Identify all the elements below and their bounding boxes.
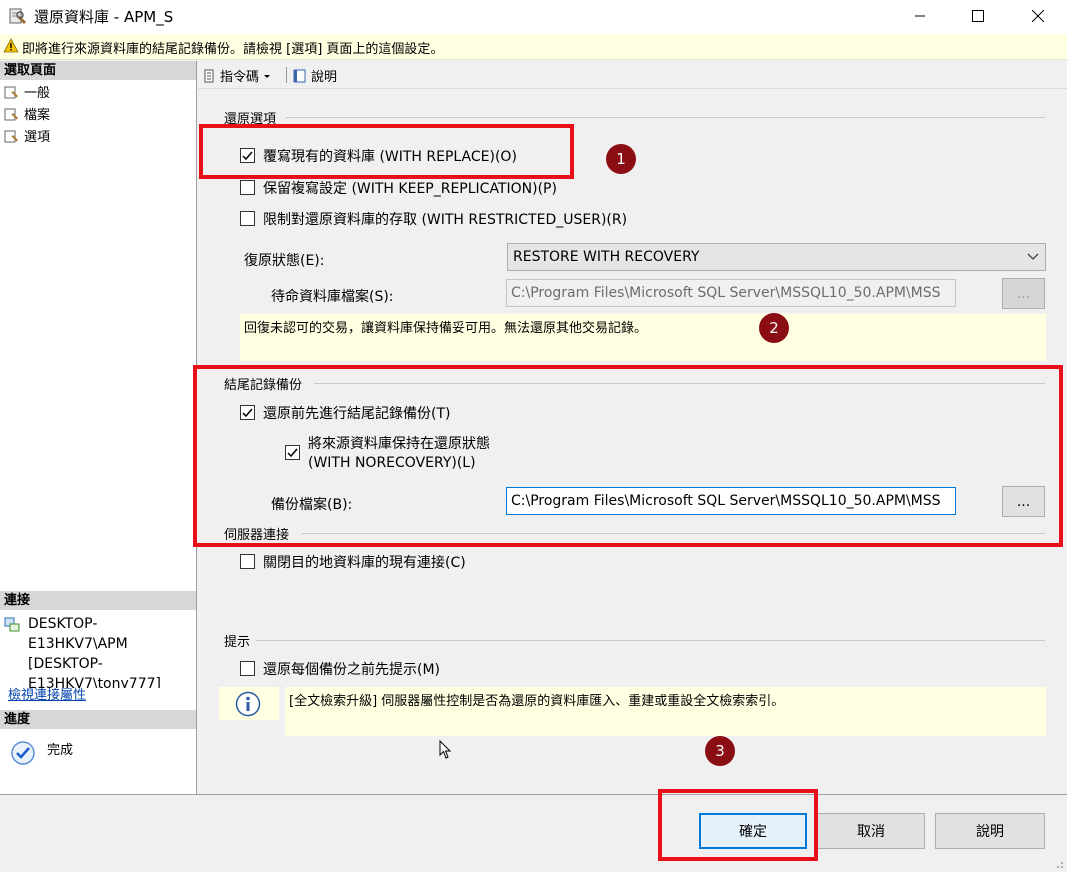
- annotation-marker-2: 2: [759, 313, 789, 343]
- section-divider: [256, 640, 1045, 641]
- mouse-cursor-icon: [439, 740, 452, 759]
- close-button[interactable]: [1015, 0, 1061, 32]
- help-toolbar-button[interactable]: 說明: [293, 66, 337, 85]
- connection-header: 連接: [0, 591, 196, 610]
- help-button[interactable]: 說明: [935, 813, 1045, 849]
- recovery-state-dropdown[interactable]: RESTORE WITH RECOVERY: [507, 243, 1046, 271]
- recovery-state-value: RESTORE WITH RECOVERY: [513, 249, 700, 265]
- connection-info: DESKTOP-E13HKV7\APM [DESKTOP-E13HKV7\ton…: [8, 614, 193, 688]
- help-toolbar-label: 說明: [311, 70, 338, 85]
- page-item-general[interactable]: 一般: [4, 82, 50, 101]
- prompt-title: 提示: [224, 635, 251, 650]
- select-page-header: 選取頁面: [0, 61, 196, 80]
- script-button[interactable]: 指令碼: [202, 66, 271, 85]
- annotation-marker-3: 3: [705, 736, 735, 766]
- info-icon: [235, 691, 261, 717]
- page-item-label: 檔案: [24, 108, 51, 123]
- page-wrench-icon: [4, 86, 18, 98]
- prompt-before-each-checkbox[interactable]: [240, 661, 255, 676]
- warning-bar: 即將進行來源資料庫的結尾記錄備份。請檢視 [選項] 頁面上的這個設定。: [0, 34, 1067, 60]
- page-wrench-icon: [4, 130, 18, 142]
- recovery-info-box: 回復未認可的交易，讓資料庫保持備妥可用。無法還原其他交易記錄。: [240, 314, 1046, 361]
- restricted-user-label: 限制對還原資料庫的存取 (WITH RESTRICTED_USER)(R): [263, 212, 628, 228]
- window-title: 還原資料庫 - APM_S: [34, 8, 174, 26]
- annotation-box-overwrite: [199, 124, 574, 179]
- restore-database-icon: [9, 8, 26, 24]
- standby-browse-button[interactable]: ...: [1002, 278, 1045, 309]
- chevron-down-icon: [1027, 253, 1039, 260]
- close-connections-label: 關閉目的地資料庫的現有連接(C): [263, 555, 466, 571]
- restricted-user-option[interactable]: 限制對還原資料庫的存取 (WITH RESTRICTED_USER)(R): [240, 209, 627, 229]
- maximize-icon: [972, 10, 984, 22]
- minimize-icon: [915, 15, 925, 17]
- toolbar-separator: [286, 67, 287, 83]
- close-connections-option[interactable]: 關閉目的地資料庫的現有連接(C): [240, 552, 466, 572]
- resize-grip-icon[interactable]: [1052, 857, 1064, 869]
- section-divider: [286, 117, 1045, 118]
- cancel-button[interactable]: 取消: [817, 813, 925, 849]
- standby-file-input[interactable]: C:\Program Files\Microsoft SQL Server\MS…: [506, 279, 956, 307]
- view-connection-properties-link[interactable]: 檢視連接屬性: [8, 684, 86, 703]
- dropdown-arrow-icon: [264, 74, 271, 78]
- keep-replication-label: 保留複寫設定 (WITH KEEP_REPLICATION)(P): [263, 181, 557, 197]
- help-book-icon: [293, 69, 306, 82]
- script-icon: [204, 69, 214, 82]
- progress-header: 進度: [0, 710, 196, 729]
- warning-text: 即將進行來源資料庫的結尾記錄備份。請檢視 [選項] 頁面上的這個設定。: [22, 42, 444, 57]
- page-item-options[interactable]: 選項: [4, 126, 50, 145]
- fulltext-info-text: [全文檢索升級] 伺服器屬性控制是否為還原的資料庫匯入、重建或重設全文檢索索引。: [289, 694, 785, 709]
- annotation-marker-1: 1: [606, 144, 636, 174]
- keep-replication-checkbox[interactable]: [240, 180, 255, 195]
- prompt-before-each-option[interactable]: 還原每個備份之前先提示(M): [240, 659, 440, 679]
- info-icon-box: [219, 687, 279, 720]
- page-wrench-icon: [4, 108, 18, 120]
- standby-file-label: 待命資料庫檔案(S):: [271, 289, 394, 305]
- title-bar: 還原資料庫 - APM_S: [0, 0, 1067, 34]
- minimize-button[interactable]: [897, 0, 943, 32]
- script-label: 指令碼: [220, 70, 260, 85]
- close-icon: [1032, 10, 1044, 22]
- close-connections-checkbox[interactable]: [240, 554, 255, 569]
- page-item-label: 選項: [24, 130, 51, 145]
- connection-server: DESKTOP-E13HKV7\APM: [28, 616, 128, 652]
- page-item-label: 一般: [24, 86, 51, 101]
- recovery-info-text: 回復未認可的交易，讓資料庫保持備妥可用。無法還原其他交易記錄。: [244, 321, 648, 336]
- maximize-button[interactable]: [955, 0, 1001, 32]
- fulltext-info-box: [全文檢索升級] 伺服器屬性控制是否為還原的資料庫匯入、重建或重設全文檢索索引。: [285, 687, 1046, 736]
- annotation-box-ok: [658, 789, 818, 861]
- annotation-box-tail-log: [193, 365, 1063, 547]
- prompt-before-each-label: 還原每個備份之前先提示(M): [263, 662, 441, 678]
- warning-icon: [3, 38, 19, 53]
- connection-user: [DESKTOP-E13HKV7\tony777]: [28, 656, 161, 688]
- page-item-files[interactable]: 檔案: [4, 104, 50, 123]
- recovery-state-label: 復原狀態(E):: [244, 253, 325, 269]
- check-circle-icon: [11, 741, 35, 765]
- restricted-user-checkbox[interactable]: [240, 211, 255, 226]
- keep-replication-option[interactable]: 保留複寫設定 (WITH KEEP_REPLICATION)(P): [240, 178, 557, 198]
- toolbar: 指令碼 說明: [198, 61, 1067, 89]
- progress-status: 完成: [47, 743, 74, 758]
